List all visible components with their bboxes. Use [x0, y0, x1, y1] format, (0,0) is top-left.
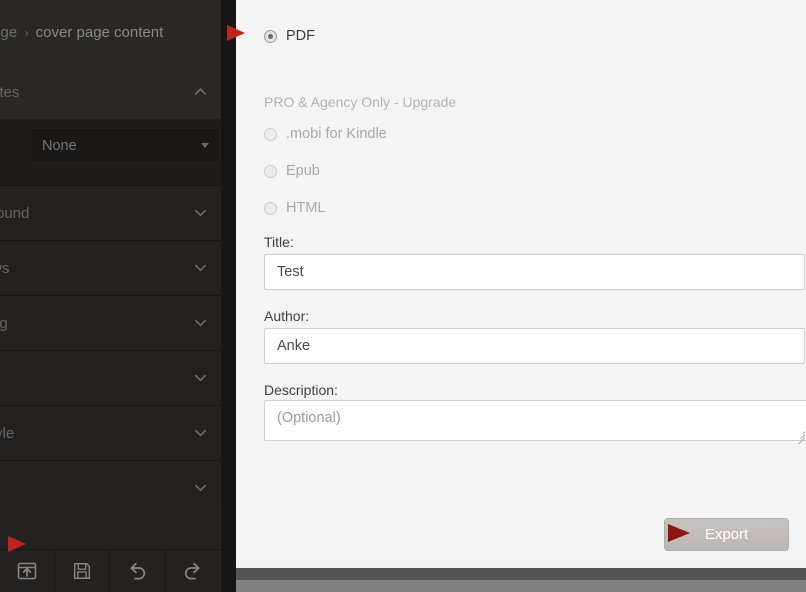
pointer-arrow-icon: [227, 25, 245, 41]
format-option-label: Epub: [286, 163, 320, 179]
sidebar-section-header[interactable]: round: [0, 186, 221, 240]
sidebar-section-label: round: [0, 204, 30, 222]
export-dialog: PDF PRO & Agency Only - Upgrade .mobi fo…: [236, 0, 806, 561]
format-option-label: PDF: [286, 28, 315, 44]
format-option-mobi: .mobi for Kindle: [264, 126, 387, 142]
radio-icon[interactable]: [264, 29, 277, 43]
sidebar-section-header[interactable]: ng: [0, 296, 221, 350]
chevron-down-icon: [201, 143, 209, 148]
author-input[interactable]: [264, 328, 805, 364]
format-option-html: HTML: [264, 200, 325, 216]
cursor-arrow-icon: [668, 524, 690, 542]
sidebar-section-header[interactable]: ws: [0, 241, 221, 295]
description-label: Description:: [264, 382, 338, 398]
format-option-epub: Epub: [264, 163, 320, 179]
app-root: age › cover page content utes None ro: [0, 0, 806, 592]
toolbar-spacer: [0, 505, 221, 550]
title-input[interactable]: [264, 254, 805, 290]
chevron-down-icon[interactable]: [193, 425, 208, 440]
sidebar-section-background: round: [0, 186, 221, 241]
chevron-down-icon[interactable]: [193, 260, 208, 275]
pointer-arrow-icon: [8, 536, 26, 552]
chevron-down-icon[interactable]: [193, 205, 208, 220]
page-background-behind-modal: [236, 561, 806, 568]
author-label: Author:: [264, 308, 310, 324]
format-option-pdf[interactable]: PDF: [264, 28, 315, 44]
pro-upgrade-note[interactable]: PRO & Agency Only - Upgrade: [264, 94, 456, 110]
sidebar-section-label: tyle: [0, 424, 15, 442]
chevron-down-icon[interactable]: [193, 480, 208, 495]
sidebar-section-body: None: [0, 119, 221, 185]
bottom-toolbar: [0, 549, 221, 592]
none-dropdown[interactable]: None: [30, 128, 220, 163]
radio-icon: [264, 201, 277, 215]
left-sidebar: age › cover page content utes None ro: [0, 0, 221, 592]
breadcrumb-separator-icon: ›: [24, 25, 29, 40]
sidebar-section-position: n: [0, 351, 221, 406]
format-option-label: .mobi for Kindle: [286, 126, 387, 142]
export-icon[interactable]: [0, 550, 56, 592]
sidebar-section-label: ws: [0, 259, 10, 277]
sidebar-section-rows: ws: [0, 241, 221, 296]
sidebar-section-spacing: ng: [0, 296, 221, 351]
radio-icon: [264, 127, 277, 141]
sidebar-section-header[interactable]: n: [0, 351, 221, 405]
format-option-label: HTML: [286, 200, 326, 216]
breadcrumb-parent[interactable]: age: [0, 24, 17, 41]
background-bar-light: [236, 580, 806, 592]
radio-icon: [264, 164, 277, 178]
breadcrumb-current: cover page content: [35, 24, 164, 41]
chevron-up-icon[interactable]: [193, 84, 208, 99]
sidebar-section-label: utes: [0, 83, 20, 101]
save-icon[interactable]: [55, 550, 111, 592]
background-bar-dark: [236, 568, 806, 580]
sidebar-section-attributes: utes None: [0, 65, 221, 186]
title-label: Title:: [264, 234, 294, 250]
breadcrumb: age › cover page content: [0, 0, 221, 65]
sidebar-section-label: ng: [0, 314, 8, 332]
modal-backdrop-strip: [221, 0, 236, 592]
sidebar-section-header[interactable]: utes: [0, 65, 221, 119]
dropdown-value: None: [42, 137, 77, 154]
redo-icon[interactable]: [166, 550, 221, 592]
sidebar-section-header[interactable]: tyle: [0, 406, 221, 460]
chevron-down-icon[interactable]: [193, 370, 208, 385]
sidebar-section-style: tyle: [0, 406, 221, 461]
undo-icon[interactable]: [110, 550, 166, 592]
chevron-down-icon[interactable]: [193, 315, 208, 330]
description-textarea[interactable]: [264, 400, 806, 441]
